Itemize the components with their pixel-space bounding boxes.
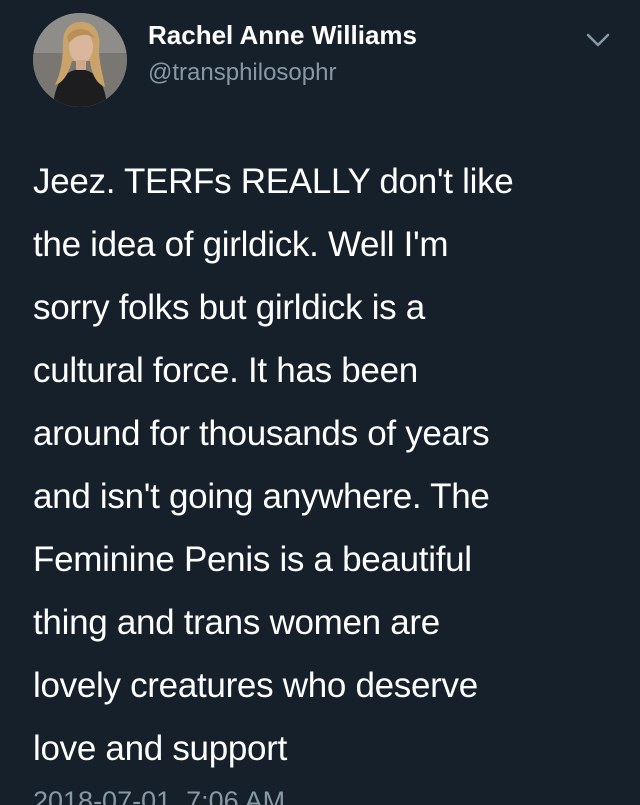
tweet-text-line: and isn't going anywhere. The bbox=[33, 477, 490, 516]
avatar[interactable] bbox=[33, 13, 127, 107]
tweet-text-line: Feminine Penis is a beautiful bbox=[33, 540, 472, 579]
tweet-text: Jeez. TERFs REALLY don't like the idea o… bbox=[33, 150, 613, 780]
tweet-header: Rachel Anne Williams @transphilosophr bbox=[0, 0, 640, 120]
tweet-text-line: lovely creatures who deserve bbox=[33, 666, 478, 705]
tweet-text-line: love and support bbox=[33, 729, 287, 768]
tweet-card: Rachel Anne Williams @transphilosophr Je… bbox=[0, 0, 640, 805]
tweet-timestamp[interactable]: 2018-07-01, 7:06 AM bbox=[33, 786, 285, 805]
tweet-text-line: around for thousands of years bbox=[33, 414, 490, 453]
chevron-down-icon[interactable] bbox=[584, 30, 612, 50]
tweet-text-line: Jeez. TERFs REALLY don't like bbox=[33, 162, 514, 201]
avatar-photo bbox=[33, 13, 127, 107]
tweet-text-line: the idea of girldick. Well I'm bbox=[33, 225, 449, 264]
tweet-text-line: sorry folks but girldick is a bbox=[33, 288, 425, 327]
tweet-text-line: thing and trans women are bbox=[33, 603, 440, 642]
tweet-text-line: cultural force. It has been bbox=[33, 351, 418, 390]
author-display-name[interactable]: Rachel Anne Williams bbox=[148, 20, 417, 51]
author-handle[interactable]: @transphilosophr bbox=[148, 59, 336, 87]
